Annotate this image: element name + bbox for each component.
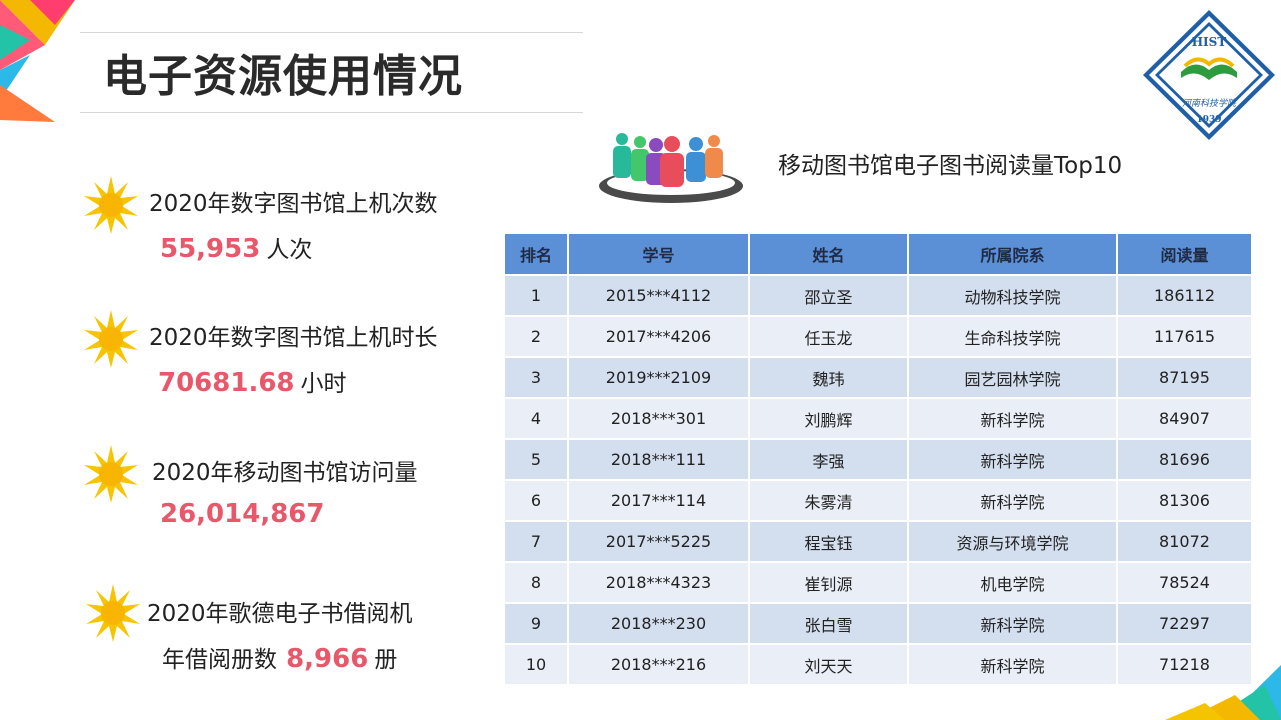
cell-student-id: 2018***4323 (568, 562, 750, 604)
cell-student-id: 2018***111 (568, 439, 750, 481)
logo-top-text: HIST (1192, 35, 1227, 49)
stat-label-sessions: 2020年数字图书馆上机次数 (149, 191, 438, 217)
sun-burst-icon (84, 310, 138, 368)
cell-name: 朱雾清 (749, 480, 909, 522)
cell-department: 新科学院 (908, 398, 1118, 440)
cell-name: 崔钊源 (749, 562, 909, 604)
logo-year: 1939 (1196, 115, 1221, 125)
cell-name: 刘天天 (749, 644, 909, 686)
header-name: 姓名 (749, 234, 909, 276)
cell-student-id: 2018***230 (568, 603, 750, 645)
cell-reads: 81306 (1117, 480, 1253, 522)
cell-rank: 8 (505, 562, 569, 604)
table-row: 8 2018***4323 崔钊源 机电学院 78524 (505, 562, 1253, 604)
cell-reads: 117615 (1117, 316, 1253, 358)
cell-department: 机电学院 (908, 562, 1118, 604)
cell-department: 新科学院 (908, 644, 1118, 686)
table-row: 5 2018***111 李强 新科学院 81696 (505, 439, 1253, 481)
cell-reads: 71218 (1117, 644, 1253, 686)
stat-value-sessions: 55,953 (160, 234, 261, 264)
cell-name: 邵立圣 (749, 275, 909, 317)
table-header-row: 排名 学号 姓名 所属院系 阅读量 (505, 234, 1253, 276)
cell-department: 动物科技学院 (908, 275, 1118, 317)
table-row: 7 2017***5225 程宝钰 资源与环境学院 81072 (505, 521, 1253, 563)
stat-value-duration: 70681.68 (158, 368, 295, 398)
cell-department: 新科学院 (908, 480, 1118, 522)
stat-unit-ebook: 册 (374, 647, 398, 673)
cell-student-id: 2017***4206 (568, 316, 750, 358)
cell-name: 魏玮 (749, 357, 909, 399)
table-row: 10 2018***216 刘天天 新科学院 71218 (505, 644, 1253, 686)
cell-reads: 72297 (1117, 603, 1253, 645)
page-title: 电子资源使用情况 (103, 51, 463, 102)
cell-rank: 1 (505, 275, 569, 317)
ranking-table: 排名 学号 姓名 所属院系 阅读量 1 2015***4112 邵立圣 动物科技… (505, 234, 1253, 686)
stat-visits: 26,014,867 (160, 499, 324, 529)
stat-unit-duration: 小时 (300, 371, 347, 397)
logo-script-text: 河南科技学院 (1182, 98, 1238, 109)
cell-rank: 10 (505, 644, 569, 686)
cell-name: 程宝钰 (749, 521, 909, 563)
stat-label-duration: 2020年数字图书馆上机时长 (149, 325, 438, 351)
people-group-icon (599, 133, 743, 203)
table-title: 移动图书馆电子图书阅读量Top10 (778, 153, 1123, 179)
cell-student-id: 2015***4112 (568, 275, 750, 317)
cell-reads: 87195 (1117, 357, 1253, 399)
sun-burst-icon (86, 584, 140, 642)
cell-reads: 81696 (1117, 439, 1253, 481)
stat-duration: 70681.68 小时 (158, 364, 347, 398)
cell-reads: 186112 (1117, 275, 1253, 317)
cell-student-id: 2019***2109 (568, 357, 750, 399)
stat-value-visits: 26,014,867 (160, 499, 325, 529)
cell-department: 资源与环境学院 (908, 521, 1118, 563)
cell-student-id: 2017***114 (568, 480, 750, 522)
cell-rank: 4 (505, 398, 569, 440)
cell-department: 新科学院 (908, 603, 1118, 645)
stat-ebook: 年借阅册数 8,966 册 (162, 640, 397, 674)
cell-reads: 78524 (1117, 562, 1253, 604)
stat-sessions: 55,953 人次 (160, 230, 312, 264)
sun-burst-icon (84, 176, 138, 234)
sun-burst-icon (84, 445, 138, 503)
cell-rank: 5 (505, 439, 569, 481)
cell-name: 李强 (749, 439, 909, 481)
cell-name: 任玉龙 (749, 316, 909, 358)
header-reads: 阅读量 (1117, 234, 1253, 276)
table-row: 4 2018***301 刘鹏辉 新科学院 84907 (505, 398, 1253, 440)
cell-department: 新科学院 (908, 439, 1118, 481)
stat-label-ebook: 2020年歌德电子书借阅机 (147, 601, 413, 627)
table-row: 1 2015***4112 邵立圣 动物科技学院 186112 (505, 275, 1253, 317)
cell-department: 园艺园林学院 (908, 357, 1118, 399)
cell-rank: 3 (505, 357, 569, 399)
title-bottom-rule (80, 112, 583, 113)
table-row: 9 2018***230 张白雪 新科学院 72297 (505, 603, 1253, 645)
cell-name: 张白雪 (749, 603, 909, 645)
cell-student-id: 2018***301 (568, 398, 750, 440)
school-logo: HIST 河南科技学院 1939 (1143, 10, 1275, 140)
cell-rank: 7 (505, 521, 569, 563)
stat-label2-ebook: 年借阅册数 (162, 647, 277, 673)
header-student-id: 学号 (568, 234, 750, 276)
header-rank: 排名 (505, 234, 569, 276)
table-row: 2 2017***4206 任玉龙 生命科技学院 117615 (505, 316, 1253, 358)
stat-unit-sessions: 人次 (266, 237, 313, 263)
cell-department: 生命科技学院 (908, 316, 1118, 358)
cell-rank: 9 (505, 603, 569, 645)
table-row: 6 2017***114 朱雾清 新科学院 81306 (505, 480, 1253, 522)
cell-rank: 6 (505, 480, 569, 522)
table-row: 3 2019***2109 魏玮 园艺园林学院 87195 (505, 357, 1253, 399)
title-top-rule (80, 32, 583, 33)
cell-name: 刘鹏辉 (749, 398, 909, 440)
cell-reads: 81072 (1117, 521, 1253, 563)
stat-value-ebook: 8,966 (286, 644, 369, 674)
cell-student-id: 2018***216 (568, 644, 750, 686)
cell-reads: 84907 (1117, 398, 1253, 440)
header-department: 所属院系 (908, 234, 1118, 276)
corner-decoration-top-left (0, 0, 75, 122)
cell-student-id: 2017***5225 (568, 521, 750, 563)
cell-rank: 2 (505, 316, 569, 358)
stat-label-visits: 2020年移动图书馆访问量 (152, 460, 418, 486)
